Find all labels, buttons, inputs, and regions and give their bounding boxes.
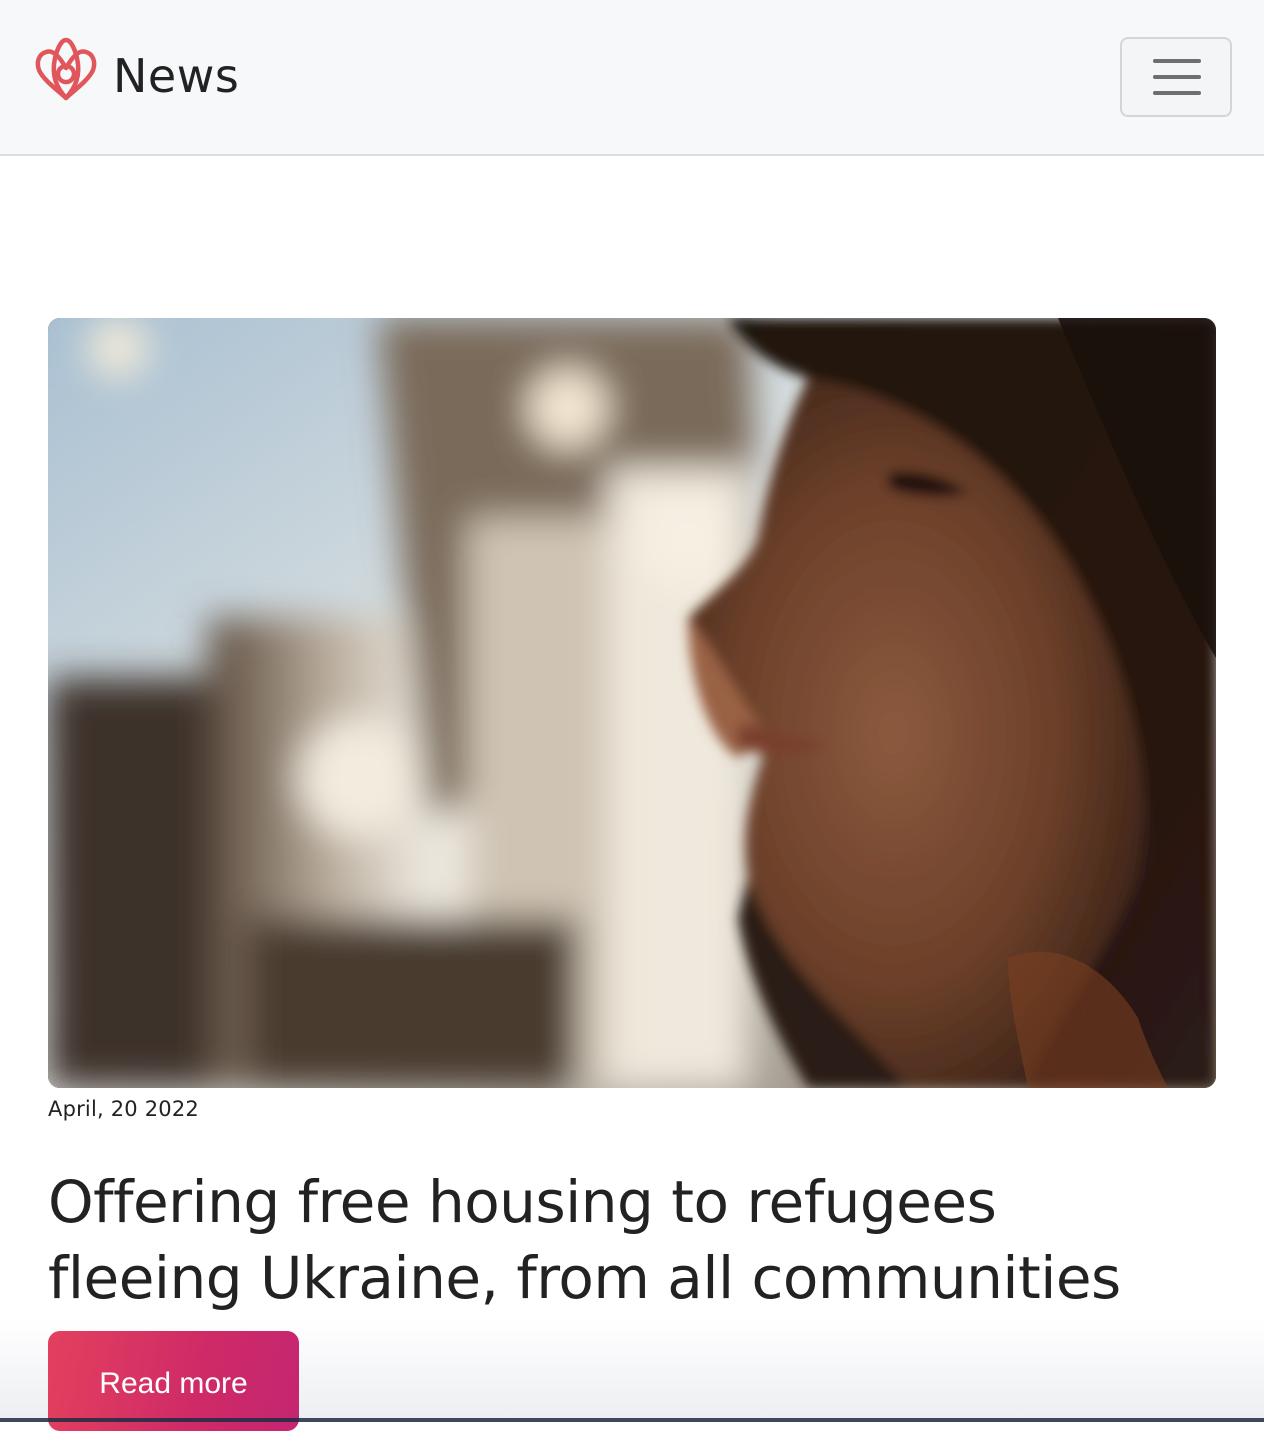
read-more-button[interactable]: Read more <box>48 1331 299 1431</box>
menu-toggle-button[interactable] <box>1120 37 1232 117</box>
hero-photo <box>48 318 1216 1088</box>
brand-home-link[interactable]: News <box>33 36 239 106</box>
brand-name: News <box>113 49 240 103</box>
article-date: April, 20 2022 <box>48 1097 199 1121</box>
article-hero-image[interactable] <box>48 318 1216 1088</box>
bottom-edge-divider <box>0 1418 1264 1422</box>
article-headline[interactable]: Offering free housing to refugees fleein… <box>48 1164 1198 1316</box>
airbnb-logo-icon <box>35 37 97 101</box>
top-navbar: News <box>0 0 1264 156</box>
